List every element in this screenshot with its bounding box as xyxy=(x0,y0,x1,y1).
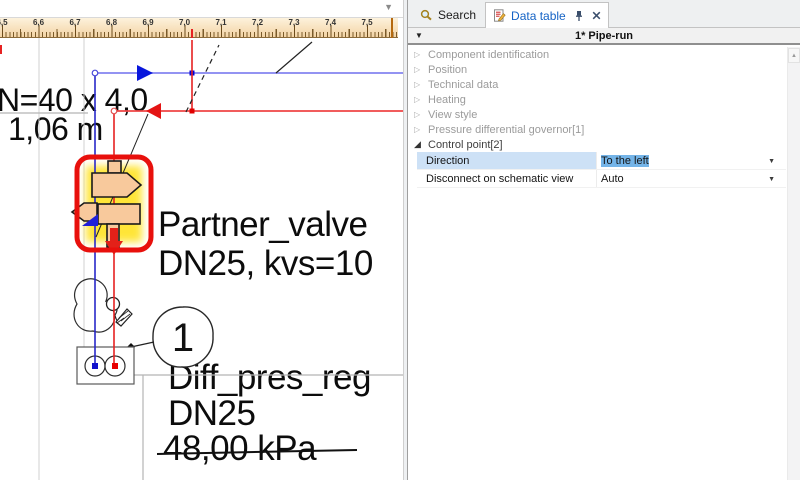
pipe-length-text: 1,06 m xyxy=(8,113,103,146)
section-position[interactable]: ▷ Position xyxy=(408,62,786,77)
selection-glow xyxy=(86,166,142,242)
chevron-right-icon: ▷ xyxy=(414,81,422,89)
chevron-down-icon[interactable]: ▼ xyxy=(768,158,775,165)
panel-title: 1* Pipe-run xyxy=(408,28,800,45)
direction-value: To the left xyxy=(601,155,649,167)
ruler-label: 7,4 xyxy=(325,19,336,27)
section-component-identification[interactable]: ▷ Component identification xyxy=(408,47,786,62)
chevron-right-icon: ▷ xyxy=(414,126,422,134)
ruler-label: 7,1 xyxy=(215,19,226,27)
regulator-name-text: Diff_pres_reg xyxy=(168,360,371,396)
data-table-icon xyxy=(493,9,506,22)
return-port-dot xyxy=(112,363,118,369)
freehand-cloud xyxy=(74,279,117,332)
drain-valve-symbol[interactable] xyxy=(107,298,133,327)
disconnect-dropdown[interactable]: Auto xyxy=(597,170,786,187)
section-label: Control point[2] xyxy=(428,139,503,151)
panel-tab-bar: Search Data table xyxy=(408,0,800,28)
property-label: Disconnect on schematic view xyxy=(417,170,597,187)
data-table-panel: Search Data table xyxy=(408,0,800,480)
chevron-right-icon: ▷ xyxy=(414,51,422,59)
pane-splitter[interactable] xyxy=(403,0,408,480)
property-row-direction[interactable]: Direction To the left ▼ xyxy=(417,152,786,170)
panel-scrollbar[interactable]: ▲ xyxy=(787,47,800,480)
tab-data-table-label: Data table xyxy=(511,9,566,23)
section-pressure-differential-governor[interactable]: ▷ Pressure differential governor[1] xyxy=(408,122,786,137)
ruler-cursor-marker xyxy=(391,18,393,38)
section-technical-data[interactable]: ▷ Technical data xyxy=(408,77,786,92)
valve-spec-text: DN25, kvs=10 xyxy=(158,246,373,282)
ruler-red-marker xyxy=(191,29,193,38)
section-label: Position xyxy=(428,64,467,76)
property-label: Direction xyxy=(417,152,597,169)
chevron-down-icon[interactable]: ▼ xyxy=(768,176,775,183)
supply-port-dot xyxy=(92,363,98,369)
ruler-label: 6,5 xyxy=(0,19,8,27)
chevron-right-icon: ▷ xyxy=(414,66,422,74)
scroll-up-button[interactable]: ▲ xyxy=(788,48,800,63)
chevron-right-icon: ▷ xyxy=(414,111,422,119)
section-label: View style xyxy=(428,109,477,121)
ruler-label: 6,7 xyxy=(69,19,80,27)
section-control-point[interactable]: ◢ Control point[2] xyxy=(408,137,786,152)
section-view-style[interactable]: ▷ View style xyxy=(408,107,786,122)
pin-icon[interactable] xyxy=(574,10,584,22)
property-row-disconnect[interactable]: Disconnect on schematic view Auto ▼ xyxy=(417,170,786,188)
tab-data-table[interactable]: Data table xyxy=(485,2,609,28)
regulator-size-text: DN25 xyxy=(168,396,255,432)
regulator-pressure-text: 48,00 kPa xyxy=(163,431,316,467)
property-grid: ▷ Component identification ▷ Position ▷ … xyxy=(408,47,786,480)
connection-component[interactable] xyxy=(77,347,134,384)
chevron-right-icon: ▷ xyxy=(414,96,422,104)
ruler-label: 7,3 xyxy=(288,19,299,27)
ruler-label: 6,8 xyxy=(106,19,117,27)
selection-outline xyxy=(77,157,151,250)
tab-search-label: Search xyxy=(438,8,476,22)
header-combo-arrow-icon[interactable]: ▼ xyxy=(415,32,423,40)
panel-header: ▼ 1* Pipe-run xyxy=(408,28,800,45)
direction-dropdown[interactable]: To the left xyxy=(597,152,786,169)
section-label: Pressure differential governor[1] xyxy=(428,124,584,136)
ruler-label: 7,5 xyxy=(361,19,372,27)
ruler-label: 6,9 xyxy=(142,19,153,27)
horizontal-ruler: 6,5 6,6 6,7 6,8 6,9 7,0 7,1 7,2 7,3 7,4 … xyxy=(0,18,398,38)
canvas-top-strip: ▼ xyxy=(0,0,403,18)
ruler-label: 6,6 xyxy=(33,19,44,27)
chevron-down-icon[interactable]: ▼ xyxy=(384,3,393,12)
ruler-label: 7,2 xyxy=(252,19,263,27)
partner-valve-symbol[interactable] xyxy=(72,161,141,255)
balloon-number: 1 xyxy=(172,316,194,360)
section-label: Heating xyxy=(428,94,466,106)
section-label: Technical data xyxy=(428,79,498,91)
section-heating[interactable]: ▷ Heating xyxy=(408,92,786,107)
section-label: Component identification xyxy=(428,49,549,61)
chevron-expanded-icon: ◢ xyxy=(414,140,422,149)
search-icon xyxy=(420,9,433,22)
drawing-canvas[interactable]: ▼ 6,5 6,6 6,7 6,8 6,9 7,0 7,1 7,2 7,3 7,… xyxy=(0,0,403,480)
close-icon[interactable] xyxy=(592,11,601,20)
tab-search[interactable]: Search xyxy=(411,3,485,27)
disconnect-value: Auto xyxy=(601,173,624,185)
scroll-up-icon: ▲ xyxy=(791,53,797,59)
valve-name-text: Partner_valve xyxy=(158,207,367,243)
ruler-label: 7,0 xyxy=(179,19,190,27)
